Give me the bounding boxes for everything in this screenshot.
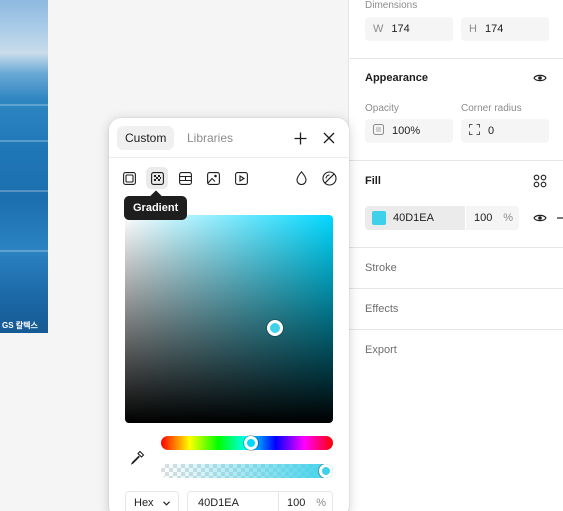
remove-fill-icon[interactable] bbox=[554, 210, 563, 226]
canvas-image[interactable]: GS 칼텍스 bbox=[0, 0, 48, 333]
corner-radius-icon bbox=[469, 124, 480, 138]
video-icon[interactable] bbox=[230, 167, 252, 189]
effects-section[interactable]: Effects bbox=[349, 289, 563, 330]
picker-opacity-value: 100 bbox=[287, 497, 306, 509]
add-icon[interactable] bbox=[292, 130, 308, 146]
saturation-value-area[interactable] bbox=[125, 215, 333, 423]
picker-opacity-input[interactable]: 100 % bbox=[278, 491, 333, 511]
hide-color-icon[interactable] bbox=[318, 167, 340, 189]
corner-radius-value: 0 bbox=[488, 125, 495, 137]
dimensions-section: Dimensions W 174 H 174 bbox=[349, 0, 563, 59]
color-mode-value: Hex bbox=[134, 497, 154, 509]
opacity-slider[interactable] bbox=[161, 464, 333, 478]
opacity-field[interactable]: 100% bbox=[365, 119, 453, 143]
width-field[interactable]: W 174 bbox=[365, 17, 453, 41]
export-title: Export bbox=[365, 344, 397, 356]
width-value: 174 bbox=[391, 23, 410, 35]
fill-opacity-field[interactable]: 100 % bbox=[466, 206, 519, 230]
saturation-value-handle[interactable] bbox=[267, 320, 283, 336]
properties-panel: Dimensions W 174 H 174 Appearance Opacit… bbox=[348, 0, 563, 511]
height-value: 174 bbox=[484, 23, 504, 35]
canvas-logo: GS 칼텍스 bbox=[2, 321, 38, 330]
styles-grid-icon[interactable] bbox=[532, 173, 548, 189]
hex-input[interactable]: 40D1EA bbox=[187, 491, 279, 511]
hue-slider-handle[interactable] bbox=[244, 436, 258, 450]
fill-title: Fill bbox=[365, 175, 381, 187]
corner-radius-field[interactable]: 0 bbox=[461, 119, 549, 143]
tab-custom[interactable]: Custom bbox=[117, 126, 175, 150]
height-prefix: H bbox=[469, 23, 477, 35]
fill-hex-value: 40D1EA bbox=[393, 212, 434, 224]
fill-section: Fill 40D1EA 100 % bbox=[349, 161, 563, 248]
opacity-slider-handle[interactable] bbox=[319, 464, 333, 478]
gradient-tooltip: Gradient bbox=[124, 196, 188, 220]
color-mode-select[interactable]: Hex bbox=[125, 491, 179, 511]
stroke-title: Stroke bbox=[365, 262, 397, 274]
tab-libraries[interactable]: Libraries bbox=[179, 126, 241, 150]
close-icon[interactable] bbox=[321, 130, 337, 146]
hue-slider[interactable] bbox=[161, 436, 333, 450]
hex-value: 40D1EA bbox=[198, 497, 239, 509]
fill-opacity-value: 100 bbox=[474, 212, 493, 224]
fill-swatch[interactable] bbox=[372, 211, 386, 225]
fill-color-field[interactable]: 40D1EA bbox=[365, 206, 465, 230]
width-prefix: W bbox=[373, 23, 384, 35]
gradient-icon[interactable] bbox=[146, 167, 168, 189]
divider bbox=[109, 157, 349, 158]
picker-percent-sign: % bbox=[316, 497, 326, 509]
opacity-icon bbox=[373, 124, 384, 138]
opacity-label: Opacity bbox=[365, 103, 399, 114]
fill-visibility-eye-icon[interactable] bbox=[532, 210, 548, 226]
effects-title: Effects bbox=[365, 303, 399, 315]
pattern-icon[interactable] bbox=[174, 167, 196, 189]
export-section[interactable]: Export bbox=[349, 330, 563, 371]
dimensions-label: Dimensions bbox=[365, 0, 418, 11]
blend-mode-drop-icon[interactable] bbox=[290, 167, 312, 189]
chevron-down-icon bbox=[163, 500, 170, 506]
appearance-title: Appearance bbox=[365, 72, 428, 84]
corner-radius-label: Corner radius bbox=[461, 103, 522, 114]
appearance-section: Appearance Opacity Corner radius 100% 0 bbox=[349, 59, 563, 161]
opacity-value: 100% bbox=[392, 125, 421, 137]
eye-icon[interactable] bbox=[532, 70, 548, 86]
height-field[interactable]: H 174 bbox=[461, 17, 549, 41]
stroke-section[interactable]: Stroke bbox=[349, 248, 563, 289]
color-picker-popover: Custom Libraries Gradient Hex 40D1EA 100… bbox=[109, 118, 349, 511]
fill-percent-sign: % bbox=[503, 212, 513, 224]
image-icon[interactable] bbox=[202, 167, 224, 189]
eyedropper-icon[interactable] bbox=[129, 449, 145, 465]
solid-fill-icon[interactable] bbox=[118, 167, 140, 189]
